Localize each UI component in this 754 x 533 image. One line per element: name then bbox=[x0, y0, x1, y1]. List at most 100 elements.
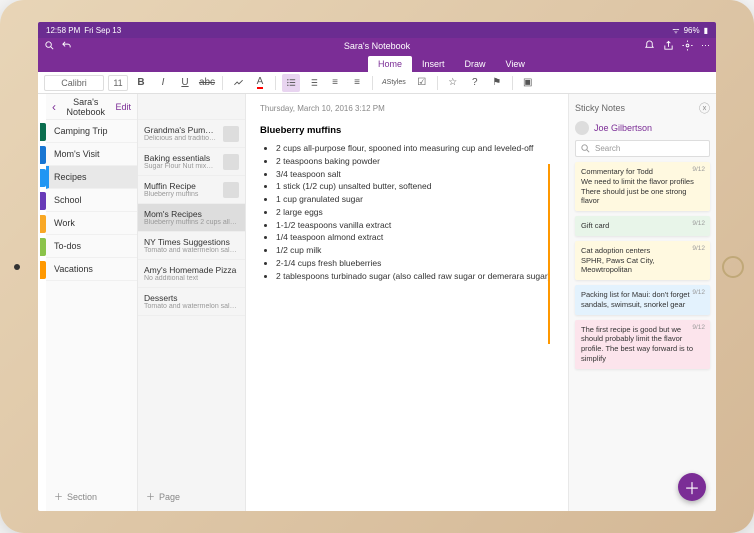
sticky-note-date: 9/12 bbox=[692, 289, 705, 297]
section-item[interactable]: Mom's Visit bbox=[46, 143, 137, 166]
star-button[interactable]: ☆ bbox=[444, 74, 462, 92]
sticky-note-card[interactable]: 9/12Cat adoption centers SPHR, Paws Cat … bbox=[575, 241, 710, 280]
font-size-select[interactable]: 11 bbox=[108, 75, 128, 91]
section-item[interactable]: Recipes bbox=[46, 166, 137, 189]
ingredient-item: 2 large eggs bbox=[276, 206, 554, 219]
font-color-button[interactable]: A bbox=[251, 74, 269, 92]
tab-draw[interactable]: Draw bbox=[455, 56, 496, 72]
add-page-button[interactable]: ＋ Page bbox=[138, 482, 245, 511]
indent-button[interactable]: ≡ bbox=[348, 74, 366, 92]
sections-panel: ‹ Sara's Notebook Edit Camping TripMom's… bbox=[46, 94, 138, 511]
ingredient-item: 1-1/2 teaspoons vanilla extract bbox=[276, 219, 554, 232]
page-item[interactable]: DessertsTomato and watermelon salad… bbox=[138, 288, 245, 316]
close-icon[interactable]: ⓧ bbox=[699, 100, 710, 116]
outdent-button[interactable]: ≡ bbox=[326, 74, 344, 92]
bold-button[interactable]: B bbox=[132, 74, 150, 92]
font-name-select[interactable]: Calibri bbox=[44, 75, 104, 91]
panel-toggle-button[interactable]: ▣ bbox=[519, 74, 537, 92]
ingredient-item: 3/4 teaspoon salt bbox=[276, 168, 554, 181]
sticky-note-card[interactable]: 9/12Gift card bbox=[575, 216, 710, 236]
sticky-title: Sticky Notes bbox=[575, 103, 625, 113]
sticky-note-text: Commentary for Todd We need to limit the… bbox=[581, 167, 704, 206]
page-item[interactable]: Amy's Homemade PizzaNo additional text bbox=[138, 260, 245, 288]
notebook-title: Sara's Notebook bbox=[56, 97, 115, 117]
sticky-note-text: Gift card bbox=[581, 221, 704, 231]
page-item[interactable]: Baking essentialsSugar Flour Nut mix… bbox=[138, 148, 245, 176]
help-button[interactable]: ? bbox=[466, 74, 484, 92]
ingredient-item: 2-1/4 cups fresh blueberries bbox=[276, 257, 554, 270]
strike-button[interactable]: abc bbox=[198, 74, 216, 92]
sticky-note-card[interactable]: 9/12The first recipe is good but we shou… bbox=[575, 320, 710, 369]
add-note-fab[interactable]: ＋ bbox=[678, 473, 706, 501]
italic-button[interactable]: I bbox=[154, 74, 172, 92]
cursor-marker bbox=[548, 164, 550, 344]
battery-percent: 96% bbox=[684, 26, 700, 35]
flag-button[interactable]: ⚑ bbox=[488, 74, 506, 92]
status-time: 12:58 PM bbox=[46, 26, 80, 35]
ingredient-item: 1/4 teaspoon almond extract bbox=[276, 231, 554, 244]
status-date: Fri Sep 13 bbox=[84, 26, 121, 35]
wifi-icon: ᯤ bbox=[672, 25, 679, 36]
page-item[interactable]: NY Times SuggestionsTomato and watermelo… bbox=[138, 232, 245, 260]
highlight-button[interactable] bbox=[229, 74, 247, 92]
number-list-button[interactable] bbox=[304, 74, 322, 92]
page-item[interactable]: Muffin RecipeBlueberry muffins bbox=[138, 176, 245, 204]
section-item[interactable]: Vacations bbox=[46, 258, 137, 281]
ribbon-tabs: Home Insert Draw View bbox=[38, 54, 716, 72]
sticky-notes-panel: Sticky Notes ⓧ Joe Gilbertson Search 9/1… bbox=[568, 94, 716, 511]
sticky-note-text: The first recipe is good but we should p… bbox=[581, 325, 704, 364]
ingredient-item: 1 cup granulated sugar bbox=[276, 193, 554, 206]
sticky-note-card[interactable]: 9/12Commentary for Todd We need to limit… bbox=[575, 162, 710, 211]
sticky-note-date: 9/12 bbox=[692, 324, 705, 332]
share-icon[interactable] bbox=[663, 40, 674, 53]
bell-icon[interactable] bbox=[644, 40, 655, 53]
ingredient-item: 2 teaspoons baking powder bbox=[276, 155, 554, 168]
tab-view[interactable]: View bbox=[496, 56, 535, 72]
more-icon[interactable]: ⋯ bbox=[701, 40, 710, 53]
add-section-button[interactable]: ＋ Section bbox=[46, 482, 137, 511]
edit-link[interactable]: Edit bbox=[115, 102, 131, 112]
checkbox-button[interactable]: ☑ bbox=[413, 74, 431, 92]
page-item[interactable]: Mom's RecipesBlueberry muffins 2 cups al… bbox=[138, 204, 245, 232]
page-thumbnail bbox=[223, 182, 239, 198]
underline-button[interactable]: U bbox=[176, 74, 194, 92]
section-item[interactable]: School bbox=[46, 189, 137, 212]
ingredient-item: 1/2 cup milk bbox=[276, 244, 554, 257]
sticky-note-card[interactable]: 9/12Packing list for Maui: don't forget … bbox=[575, 285, 710, 315]
battery-icon: ▮ bbox=[704, 26, 708, 35]
pages-panel: Grandma's Pum…Delicious and traditio…Bak… bbox=[138, 94, 246, 511]
ingredient-item: 1 stick (1/2 cup) unsalted butter, softe… bbox=[276, 180, 554, 193]
formatting-toolbar: Calibri 11 B I U abc A ≡ ≡ A Styles ☑ ☆ … bbox=[38, 72, 716, 94]
sticky-note-date: 9/12 bbox=[692, 245, 705, 253]
tab-home[interactable]: Home bbox=[368, 56, 412, 72]
search-icon bbox=[580, 143, 591, 154]
page-thumbnail bbox=[223, 126, 239, 142]
undo-icon[interactable] bbox=[61, 40, 72, 53]
search-icon[interactable] bbox=[44, 40, 55, 53]
home-button[interactable] bbox=[722, 256, 744, 278]
sticky-note-date: 9/12 bbox=[692, 166, 705, 174]
page-thumbnail bbox=[223, 154, 239, 170]
section-color-tabs bbox=[38, 94, 46, 511]
section-item[interactable]: Camping Trip bbox=[46, 120, 137, 143]
bullet-list-button[interactable] bbox=[282, 74, 300, 92]
gear-icon[interactable] bbox=[682, 40, 693, 53]
title-bar: Sara's Notebook ⋯ bbox=[38, 38, 716, 54]
tab-insert[interactable]: Insert bbox=[412, 56, 455, 72]
note-date: Thursday, March 10, 2016 3:12 PM bbox=[260, 104, 554, 113]
sticky-note-text: Cat adoption centers SPHR, Paws Cat City… bbox=[581, 246, 704, 275]
ingredient-item: 2 tablespoons turbinado sugar (also call… bbox=[276, 270, 554, 283]
status-bar: 12:58 PM Fri Sep 13 ᯤ 96% ▮ bbox=[38, 22, 716, 38]
sticky-user-name[interactable]: Joe Gilbertson bbox=[594, 123, 652, 133]
sticky-search-input[interactable]: Search bbox=[575, 140, 710, 157]
ingredient-item: 2 cups all-purpose flour, spooned into m… bbox=[276, 142, 554, 155]
styles-button[interactable]: A Styles bbox=[379, 74, 409, 92]
avatar bbox=[575, 121, 589, 135]
section-item[interactable]: To-dos bbox=[46, 235, 137, 258]
note-heading: Blueberry muffins bbox=[260, 125, 554, 136]
page-item[interactable]: Grandma's Pum…Delicious and traditio… bbox=[138, 120, 245, 148]
sticky-note-date: 9/12 bbox=[692, 220, 705, 228]
sticky-note-text: Packing list for Maui: don't forget sand… bbox=[581, 290, 704, 310]
section-item[interactable]: Work bbox=[46, 212, 137, 235]
note-canvas[interactable]: Thursday, March 10, 2016 3:12 PM Blueber… bbox=[246, 94, 568, 511]
